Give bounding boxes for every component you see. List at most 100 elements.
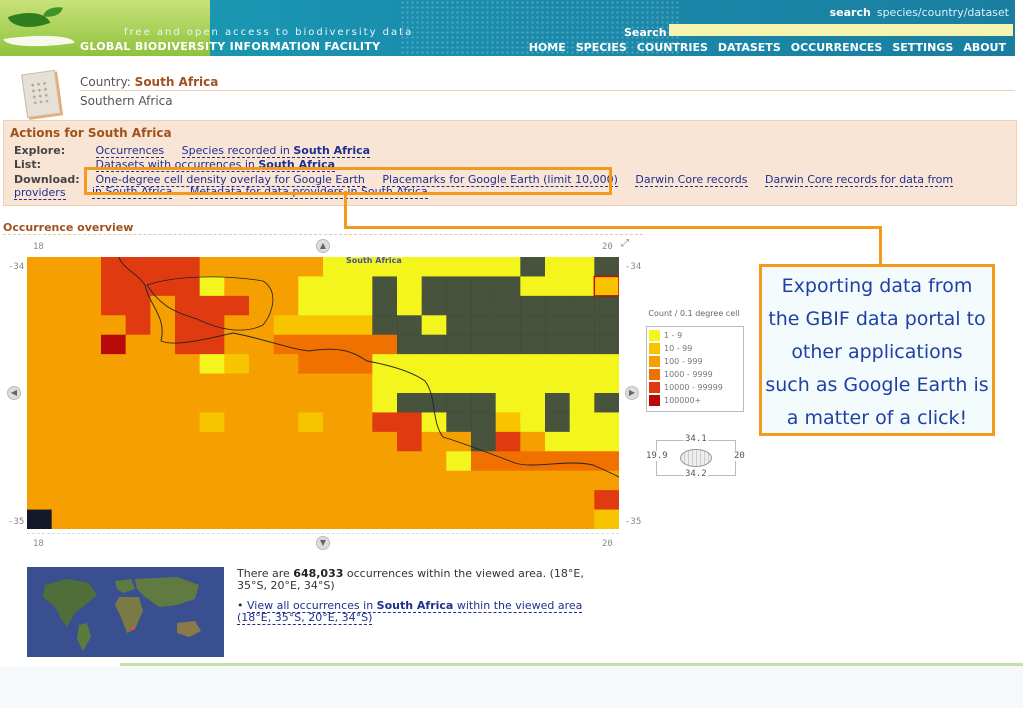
satellite-cell: [421, 295, 447, 316]
density-cell: [125, 295, 151, 316]
nav-about[interactable]: ABOUT: [958, 41, 1011, 54]
density-cell: [150, 315, 176, 336]
occurrence-density-map[interactable]: [27, 257, 619, 529]
density-cell: [347, 431, 373, 452]
density-cell: [199, 431, 225, 452]
density-cell: [421, 412, 447, 433]
density-cell: [199, 276, 225, 297]
density-cell: [150, 412, 176, 433]
nav-species[interactable]: SPECIES: [571, 41, 632, 54]
pan-up-icon[interactable]: ▲: [316, 239, 330, 253]
density-cell: [520, 470, 546, 491]
bound-east: 20: [733, 451, 746, 461]
density-cell: [51, 431, 77, 452]
density-cell: [594, 509, 619, 529]
callout-highlight: [84, 167, 612, 195]
explore-occurrences-link[interactable]: Occurrences: [95, 144, 165, 158]
expand-icon[interactable]: ⤢: [621, 238, 629, 249]
world-overview-map[interactable]: [27, 567, 224, 657]
density-cell: [421, 490, 447, 511]
density-cell: [101, 276, 127, 297]
nav-datasets[interactable]: DATASETS: [713, 41, 786, 54]
density-cell: [150, 334, 176, 355]
heading-divider: [80, 90, 1015, 91]
satellite-cell: [471, 431, 497, 452]
satellite-cell: [545, 334, 571, 355]
search-hint-bold: search: [829, 6, 871, 19]
density-cell: [545, 373, 571, 394]
density-cell: [150, 257, 176, 277]
density-cell: [298, 412, 324, 433]
density-cell: [569, 412, 595, 433]
density-cell: [249, 393, 275, 413]
density-cell: [224, 451, 250, 472]
density-cell: [347, 451, 373, 472]
satellite-cell: [594, 295, 619, 316]
nav-settings[interactable]: SETTINGS: [887, 41, 958, 54]
bound-north: 34.1: [684, 434, 708, 444]
density-cell: [421, 354, 447, 375]
density-cell: [372, 431, 398, 452]
pan-right-icon[interactable]: ▶: [625, 386, 639, 400]
legend-item: 100000+: [649, 395, 701, 407]
callout-line: other applications: [791, 341, 963, 363]
satellite-cell: [545, 295, 571, 316]
pan-left-icon[interactable]: ◀: [7, 386, 21, 400]
density-cell: [545, 451, 571, 472]
explore-species-text: Species recorded in: [181, 144, 290, 157]
density-cell: [101, 373, 127, 394]
density-cell: [323, 431, 349, 452]
density-cell: [520, 354, 546, 375]
density-cell: [347, 509, 373, 529]
density-cell: [150, 393, 176, 413]
page-footer: [0, 666, 1023, 708]
view-all-occurrences-link[interactable]: View all occurrences in South Africa wit…: [237, 599, 583, 625]
nav-countries[interactable]: COUNTRIES: [632, 41, 713, 54]
satellite-cell: [471, 334, 497, 355]
selected-cell[interactable]: [593, 275, 619, 297]
pan-down-icon[interactable]: ▼: [316, 536, 330, 550]
density-cell: [51, 257, 77, 277]
legend-item: 10000 - 99999: [649, 382, 723, 394]
search-input[interactable]: [669, 24, 1013, 36]
density-cell: [298, 257, 324, 277]
density-cell: [545, 257, 571, 277]
density-cell: [27, 276, 53, 297]
download-darwin-core-link[interactable]: Darwin Core records: [635, 173, 748, 187]
density-cell: [495, 431, 521, 452]
explore-species-link[interactable]: Species recorded in South Africa: [181, 144, 371, 158]
nav-home[interactable]: HOME: [524, 41, 571, 54]
density-cell: [249, 257, 275, 277]
density-cell: [569, 257, 595, 277]
leaf-swoosh-icon: [3, 29, 75, 53]
density-cell: [397, 509, 423, 529]
legend-label: 1000 - 9999: [664, 370, 713, 379]
density-cell: [347, 276, 373, 297]
density-cell: [101, 315, 127, 336]
nav-occurrences[interactable]: OCCURRENCES: [786, 41, 888, 54]
density-cell: [125, 315, 151, 336]
satellite-cell: [545, 393, 571, 413]
satellite-cell: [397, 315, 423, 336]
density-cell: [471, 470, 497, 491]
density-cell: [51, 276, 77, 297]
density-cell: [298, 334, 324, 355]
density-cell: [421, 257, 447, 277]
density-cell: [175, 470, 201, 491]
callout-line: Exporting data from: [781, 275, 973, 297]
explore-key: Explore:: [14, 144, 66, 157]
density-cell: [446, 470, 472, 491]
satellite-cell: [495, 276, 521, 297]
density-cell: [175, 412, 201, 433]
satellite-cell: [471, 276, 497, 297]
density-cell: [347, 412, 373, 433]
density-cell: [76, 315, 102, 336]
satellite-cell: [569, 315, 595, 336]
satellite-cell: [594, 315, 619, 336]
density-cell: [594, 431, 619, 452]
density-cell: [27, 509, 53, 529]
density-cell: [51, 295, 77, 316]
density-cell: [545, 431, 571, 452]
density-cell: [273, 334, 299, 355]
density-cell: [372, 393, 398, 413]
